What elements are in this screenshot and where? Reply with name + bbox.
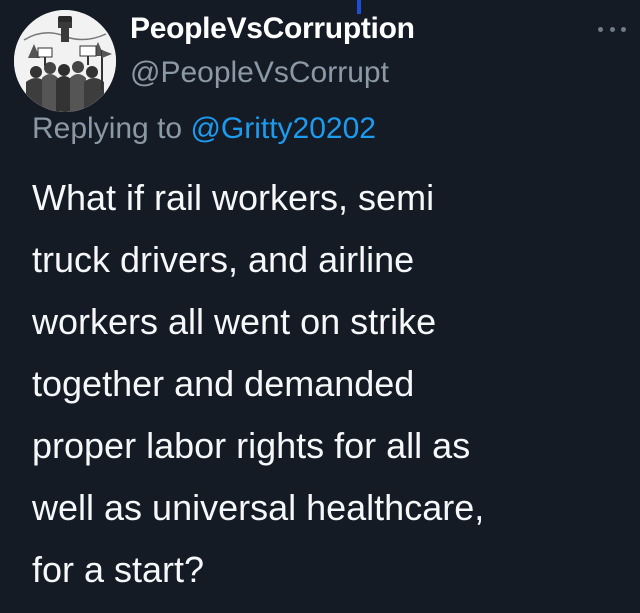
tweet-text: What if rail workers, semi truck drivers…: [32, 167, 632, 601]
dot-icon: [598, 26, 603, 32]
replying-to-label: Replying to: [32, 112, 183, 145]
tweet-text-line: for a start?: [32, 549, 205, 590]
reply-username-link[interactable]: @Gritty20202: [190, 112, 376, 145]
protest-crowd-icon: [14, 10, 116, 112]
avatar[interactable]: [14, 10, 116, 112]
tweet-text-line: proper labor rights for all as: [32, 425, 471, 466]
tweet-text-line: workers all went on strike: [32, 301, 437, 342]
tweet-text-line: What if rail workers, semi: [32, 177, 435, 218]
tweet-text-line: together and demanded: [32, 363, 415, 404]
tweet-text-line: well as universal healthcare,: [32, 487, 485, 528]
tweet-text-line: truck drivers, and airline: [32, 239, 415, 280]
author-handle[interactable]: @PeopleVsCorrupt: [130, 56, 389, 90]
dot-icon: [621, 26, 626, 32]
dot-icon: [609, 26, 615, 32]
tweet-card: PeopleVsCorruption @PeopleVsCorrupt Repl…: [0, 0, 640, 613]
replying-to-line: Replying to @Gritty20202: [32, 112, 376, 146]
author-display-name[interactable]: PeopleVsCorruption: [130, 12, 415, 46]
more-options-icon[interactable]: [598, 22, 626, 36]
